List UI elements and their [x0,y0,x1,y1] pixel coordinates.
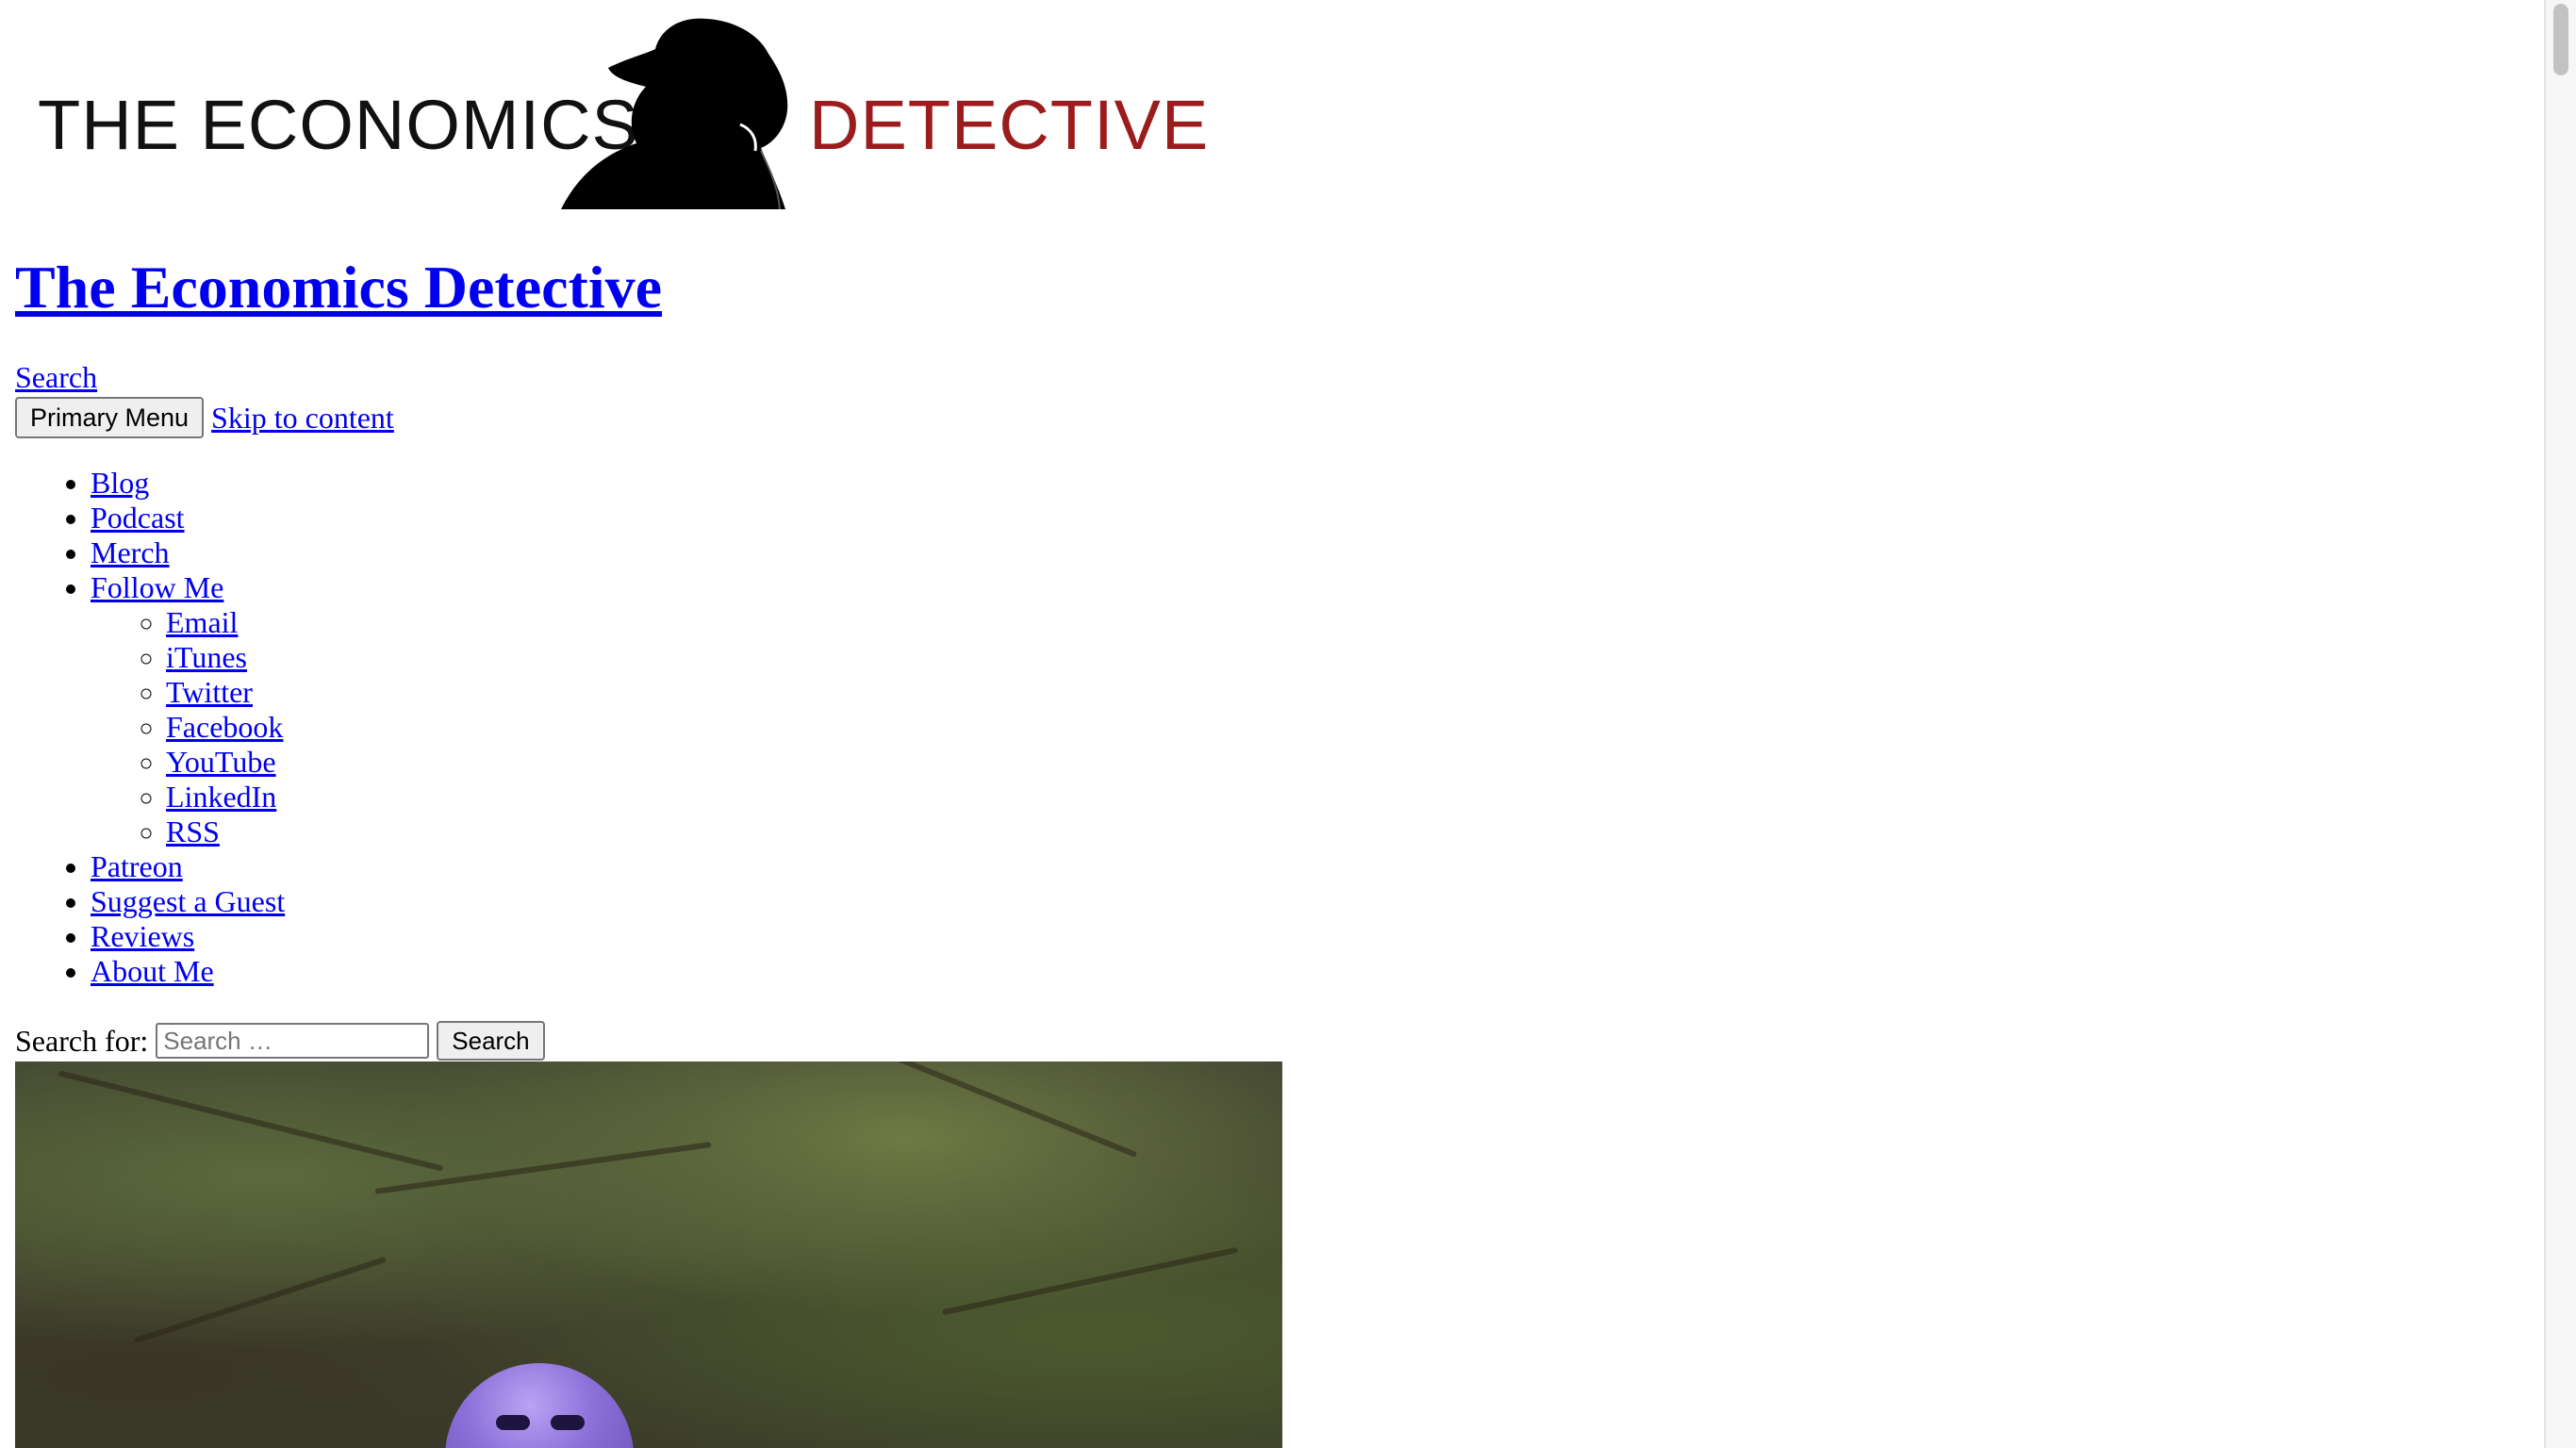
image-branch [133,1256,388,1344]
submenu-item-email: Email [166,605,285,640]
nav-item-merch: Merch [91,535,285,570]
page: THE ECONOMICS DETECTIVE The Economics De… [0,0,2546,1448]
submenu-link-facebook[interactable]: Facebook [166,710,283,744]
nav-link-suggest-a-guest[interactable]: Suggest a Guest [91,884,285,918]
helmet-vent [551,1415,585,1430]
submenu-item-facebook: Facebook [166,710,285,745]
image-branch [872,1061,1138,1158]
nav-link-podcast[interactable]: Podcast [91,501,185,535]
nav-link-reviews[interactable]: Reviews [91,919,194,953]
image-branch [374,1141,712,1195]
site-title: The Economics Detective [15,253,662,322]
submenu-item-linkedin: LinkedIn [166,780,285,814]
primary-menu-button[interactable]: Primary Menu [15,397,205,438]
nav-link-about-me[interactable]: About Me [91,954,214,988]
nav-item-reviews: Reviews [91,919,285,954]
nav-link-patreon[interactable]: Patreon [91,849,183,883]
detective-silhouette-icon [561,18,788,209]
search-form: Search for: Search [15,1020,545,1061]
menu-row: Primary Menu Skip to content [15,396,394,439]
submenu-link-itunes[interactable]: iTunes [166,640,247,674]
helmet-vent [496,1415,530,1430]
purple-helmet [445,1363,634,1448]
nav-item-blog: Blog [91,466,285,501]
submenu-link-twitter[interactable]: Twitter [166,675,253,709]
skip-to-content-link[interactable]: Skip to content [211,401,394,436]
nav-item-patreon: Patreon [91,849,285,884]
featured-image[interactable] [15,1061,1282,1448]
submenu-link-email[interactable]: Email [166,605,238,639]
image-branch [58,1070,444,1172]
nav-item-podcast: Podcast [91,501,285,535]
nav-item-suggest-a-guest: Suggest a Guest [91,884,285,919]
page-scrollbar[interactable] [2544,0,2576,1448]
scrollbar-thumb[interactable] [2553,4,2568,75]
submenu-item-itunes: iTunes [166,640,285,675]
nav-item-follow-me: Follow Me Email iTunes Twitter Facebook … [91,570,285,849]
submenu-link-youtube[interactable]: YouTube [166,745,276,779]
primary-nav: Blog Podcast Merch Follow Me Email iTune… [15,466,285,989]
nav-link-merch[interactable]: Merch [91,535,170,569]
nav-link-blog[interactable]: Blog [91,466,149,500]
image-branch [941,1246,1239,1316]
nav-item-about-me: About Me [91,954,285,989]
search-label: Search for: [15,1023,149,1058]
logo-text-detective: DETECTIVE [809,86,1210,164]
search-input[interactable] [156,1023,430,1059]
site-logo[interactable]: THE ECONOMICS DETECTIVE [28,11,1208,209]
search-submit-button[interactable]: Search [437,1021,545,1061]
submenu-item-youtube: YouTube [166,745,285,780]
submenu-item-twitter: Twitter [166,675,285,710]
follow-me-submenu: Email iTunes Twitter Facebook YouTube Li… [91,605,285,849]
site-title-link[interactable]: The Economics Detective [15,254,662,321]
submenu-item-rss: RSS [166,814,285,849]
submenu-link-rss[interactable]: RSS [166,814,220,848]
submenu-link-linkedin[interactable]: LinkedIn [166,780,276,814]
nav-link-follow-me[interactable]: Follow Me [91,570,223,604]
search-toggle-link[interactable]: Search [15,360,97,395]
